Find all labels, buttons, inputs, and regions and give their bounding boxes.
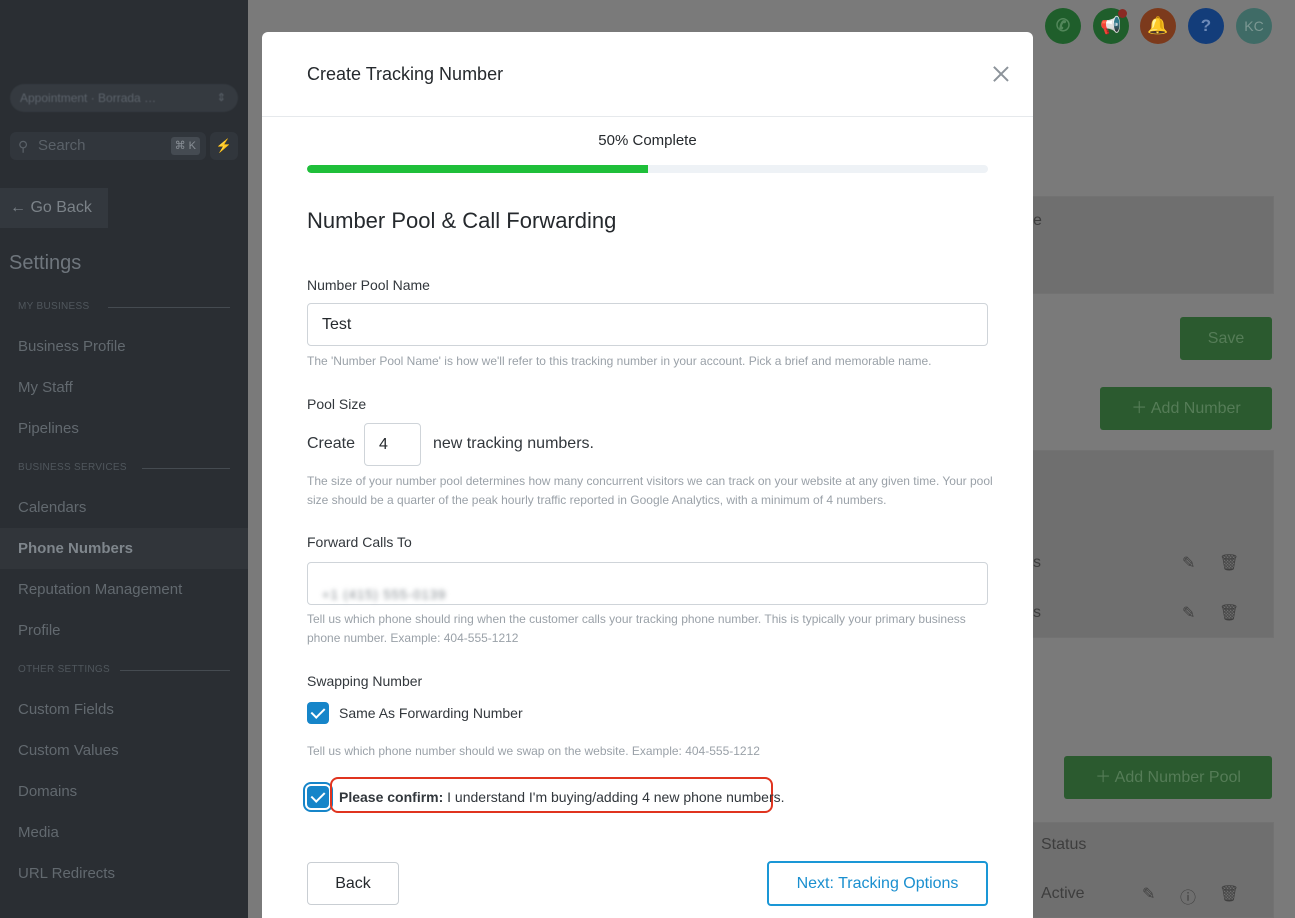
progress-bar [307,165,988,173]
sidebar-item-calendars[interactable]: Calendars [18,499,86,516]
pool-name-label: Number Pool Name [307,277,430,293]
modal-title: Create Tracking Number [307,64,504,84]
pencil-icon[interactable]: ✎ [1182,603,1195,623]
background-text-fragment: e [1033,212,1042,229]
account-name: Appointment · Borrada … [20,91,157,105]
sidebar-item-media[interactable]: Media [18,824,59,841]
sidebar-item-phone-numbers[interactable]: Phone Numbers [18,540,133,557]
background-text-fragment: s [1033,554,1041,571]
search-icon: ⚲ [18,138,29,154]
pencil-icon[interactable]: ✎ [1142,884,1155,904]
same-as-forwarding-checkbox[interactable] [307,702,329,724]
help-icon[interactable]: ? [1188,8,1224,44]
close-icon[interactable] [991,64,1011,84]
pool-name-input[interactable]: Test [307,303,988,346]
progress-label: 50% Complete [598,132,697,149]
avatar[interactable]: KC [1236,8,1272,44]
section-heading: MY BUSINESS [18,301,230,312]
swapping-number-label: Swapping Number [307,673,423,689]
sidebar-item-my-staff[interactable]: My Staff [18,379,73,396]
section-heading: BUSINESS SERVICES [18,462,230,473]
search-shortcut: ⌘ K [170,137,200,155]
same-as-forwarding-label[interactable]: Same As Forwarding Number [339,705,523,721]
sidebar-search[interactable]: ⚲ Search ⌘ K [10,132,206,160]
progress-fill [307,165,648,173]
status-value: Active [1041,885,1085,902]
plus-icon: ＋ [1095,769,1115,786]
pool-size-prefix: Create [307,435,356,452]
settings-sidebar: Appointment · Borrada … ⇕ ⚲ Search ⌘ K ⚡… [0,0,248,918]
sidebar-item-domains[interactable]: Domains [18,783,77,800]
pool-size-help: The size of your number pool determines … [307,474,993,507]
add-number-pool-button[interactable]: ＋ Add Number Pool [1064,756,1272,799]
forward-calls-input[interactable]: +1 (415) 555-0139 [307,562,988,605]
background-form-panel [1000,196,1274,294]
account-switcher[interactable]: Appointment · Borrada … ⇕ [10,84,238,112]
pool-name-help: The 'Number Pool Name' is how we'll refe… [307,354,932,368]
plus-icon: ＋ [1131,400,1151,417]
background-text-fragment: s [1033,604,1041,621]
sidebar-item-url-redirects[interactable]: URL Redirects [18,865,115,882]
quick-action-bolt-icon[interactable]: ⚡ [210,132,238,160]
notification-dot [1118,9,1127,18]
section-heading: OTHER SETTINGS [18,664,230,675]
create-tracking-number-modal: Create Tracking Number 50% Complete Numb… [262,32,1033,918]
phone-icon[interactable]: ✆ [1045,8,1081,44]
section-title: Number Pool & Call Forwarding [307,208,617,233]
pool-size-input[interactable]: 4 [364,423,421,466]
swapping-number-help: Tell us which phone number should we swa… [307,744,760,758]
trash-icon[interactable]: 🗑 [1219,553,1239,573]
forward-phone-value: +1 (415) 555-0139 [322,587,447,602]
bell-icon[interactable]: 🔔 [1140,8,1176,44]
info-icon[interactable]: ⓘ [1180,884,1196,908]
go-back-button[interactable]: ← Go Back [0,188,108,228]
sidebar-item-profile[interactable]: Profile [18,622,61,639]
sidebar-item-reputation-management[interactable]: Reputation Management [18,581,182,598]
sidebar-item-custom-fields[interactable]: Custom Fields [18,701,114,718]
pool-size-label: Pool Size [307,396,367,412]
back-button[interactable]: Back [307,862,399,905]
search-placeholder: Search [38,137,86,154]
save-button[interactable]: Save [1180,317,1272,360]
pencil-icon[interactable]: ✎ [1182,553,1195,573]
go-back-label: Go Back [30,199,92,216]
confirm-bold: Please confirm: [339,789,444,805]
pool-size-suffix: new tracking numbers. [433,435,594,452]
forward-calls-help: Tell us which phone should ring when the… [307,612,966,645]
sidebar-item-pipelines[interactable]: Pipelines [18,420,79,437]
chevron-updown-icon: ⇕ [216,92,226,104]
sidebar-item-business-profile[interactable]: Business Profile [18,338,126,355]
arrow-left-icon: ← [10,199,26,216]
next-tracking-options-button[interactable]: Next: Tracking Options [767,861,988,906]
confirm-text: I understand I'm buying/adding 4 new pho… [443,789,785,805]
trash-icon[interactable]: 🗑 [1219,603,1239,623]
trash-icon[interactable]: 🗑 [1219,884,1239,904]
add-number-button[interactable]: ＋ Add Number [1100,387,1272,430]
settings-title: Settings [9,252,82,274]
sidebar-item-custom-values[interactable]: Custom Values [18,742,119,759]
confirm-purchase-label[interactable]: Please confirm: I understand I'm buying/… [339,789,785,805]
modal-header: Create Tracking Number [262,32,1033,117]
status-column-header: Status [1041,836,1087,853]
confirm-purchase-checkbox[interactable] [307,786,329,808]
forward-calls-label: Forward Calls To [307,534,412,550]
